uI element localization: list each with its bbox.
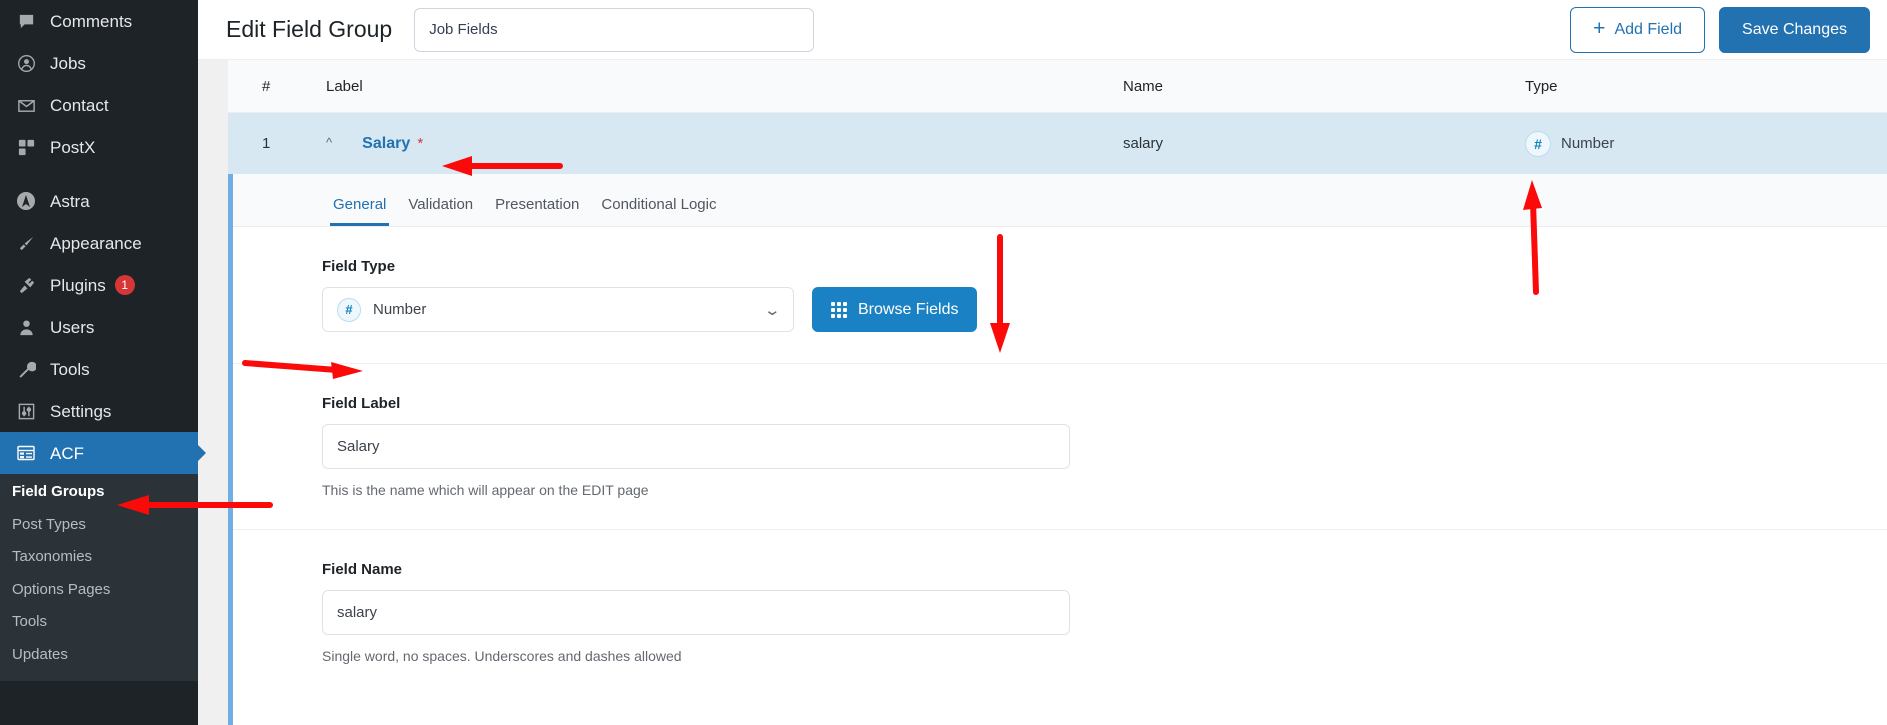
field-name-input[interactable] [322, 590, 1070, 635]
sidebar-item-label: PostX [50, 137, 96, 157]
hash-icon: # [1525, 130, 1551, 157]
sidebar-item-postx[interactable]: PostX [0, 126, 198, 168]
mail-icon [12, 96, 40, 115]
column-header-type: Type [1525, 77, 1558, 95]
save-changes-label: Save Changes [1742, 20, 1847, 38]
field-name-helper: Single word, no spaces. Underscores and … [322, 648, 682, 664]
postx-icon [12, 138, 40, 157]
field-settings-panel: General Validation Presentation Conditio… [228, 174, 1887, 725]
field-label-label: Field Label [322, 395, 401, 412]
required-marker: * [417, 134, 424, 152]
browse-fields-button[interactable]: Browse Fields [812, 287, 978, 332]
sidebar-item-label: Comments [50, 11, 133, 31]
sidebar-item-astra[interactable]: Astra [0, 180, 198, 222]
sidebar-item-tools[interactable]: Tools [0, 348, 198, 390]
field-settings-tabs: General Validation Presentation Conditio… [233, 174, 1887, 227]
chevron-up-icon[interactable]: ^ [326, 135, 348, 150]
field-type-row: # Number ⌄ Browse Fields [322, 287, 1887, 332]
sidebar-item-users[interactable]: Users [0, 306, 198, 348]
astra-icon [12, 191, 40, 211]
sliders-icon [12, 402, 40, 421]
sidebar-item-label: Contact [50, 95, 109, 115]
field-label-section: Field Label This is the name which will … [233, 364, 1887, 530]
wrench-icon [12, 360, 40, 379]
sidebar-subitem-updates[interactable]: Updates [0, 639, 198, 672]
sidebar-item-acf[interactable]: ACF [0, 432, 206, 474]
field-name-section: Field Name Single word, no spaces. Under… [233, 530, 1887, 695]
sidebar-item-comments[interactable]: Comments [0, 0, 198, 42]
sidebar-item-plugins[interactable]: Plugins 1 [0, 264, 198, 306]
row-type-cell: # Number [1525, 130, 1887, 157]
sidebar-item-label: Jobs [50, 53, 86, 73]
sidebar-item-contact[interactable]: Contact [0, 84, 198, 126]
column-header-number: # [262, 77, 271, 95]
sidebar-item-label: ACF [50, 443, 84, 463]
wp-admin-sidebar: Comments Jobs Contact PostX Astra Appear… [0, 0, 206, 725]
edit-field-group-header: Edit Field Group + Add Field Save Change… [198, 0, 1887, 60]
sidebar-item-settings[interactable]: Settings [0, 390, 198, 432]
fields-area: # Label Name Type 1 ^ Salary * salary # … [198, 60, 1887, 725]
fields-table-header: # Label Name Type [228, 60, 1887, 113]
sidebar-subitem-taxonomies[interactable]: Taxonomies [0, 541, 198, 574]
field-name-label: Field Name [322, 561, 403, 578]
sidebar-subitem-tools[interactable]: Tools [0, 606, 198, 639]
sidebar-item-label: Users [50, 317, 95, 337]
user-icon [12, 318, 40, 337]
column-header-label: Label [326, 77, 363, 95]
sidebar-subitem-options-pages[interactable]: Options Pages [0, 574, 198, 607]
hash-icon: # [337, 297, 361, 322]
row-type-label: Number [1561, 135, 1615, 152]
grid-icon [831, 301, 847, 318]
paintbrush-icon [12, 234, 40, 253]
sidebar-item-label: Settings [50, 401, 112, 421]
browse-fields-label: Browse Fields [858, 300, 959, 318]
acf-icon [12, 443, 40, 463]
jobs-icon [12, 54, 40, 73]
sidebar-item-label: Tools [50, 359, 90, 379]
field-label-helper: This is the name which will appear on th… [322, 482, 649, 498]
plus-icon: + [1593, 17, 1606, 40]
sidebar-item-label: Plugins [50, 275, 106, 295]
main-content: Edit Field Group + Add Field Save Change… [198, 0, 1887, 725]
field-type-section: Field Type # Number ⌄ Browse Fields [233, 227, 1887, 364]
row-label-cell: ^ Salary * [316, 135, 1123, 153]
sidebar-item-appearance[interactable]: Appearance [0, 222, 198, 264]
field-type-label: Field Type [322, 258, 396, 275]
row-name: salary [1123, 135, 1164, 152]
status-badge: # Number [1525, 130, 1615, 157]
tab-validation[interactable]: Validation [397, 196, 484, 226]
field-type-select[interactable]: # Number ⌄ [322, 287, 794, 332]
tab-general[interactable]: General [322, 196, 397, 226]
sidebar-subitem-field-groups[interactable]: Field Groups [0, 476, 198, 509]
sidebar-item-label: Appearance [50, 233, 142, 253]
column-header-name: Name [1123, 77, 1164, 95]
sidebar-subitem-post-types[interactable]: Post Types [0, 509, 198, 542]
row-label-link[interactable]: Salary [362, 135, 410, 152]
field-type-value: Number [373, 301, 427, 318]
table-row[interactable]: 1 ^ Salary * salary # Number [228, 113, 1887, 174]
sidebar-item-label: Astra [50, 191, 90, 211]
chevron-down-icon[interactable]: ⌄ [764, 301, 782, 319]
add-field-label: Add Field [1614, 20, 1683, 38]
save-changes-button[interactable]: Save Changes [1719, 6, 1870, 53]
page-title: Edit Field Group [226, 16, 393, 42]
tab-conditional-logic[interactable]: Conditional Logic [590, 196, 727, 226]
plugins-update-badge: 1 [114, 275, 135, 295]
fields-table: # Label Name Type 1 ^ Salary * salary # … [228, 60, 1887, 725]
tab-presentation[interactable]: Presentation [484, 196, 590, 226]
acf-submenu: Field Groups Post Types Taxonomies Optio… [0, 474, 198, 681]
add-field-button[interactable]: + Add Field [1570, 6, 1706, 53]
field-group-title-input[interactable] [414, 7, 815, 52]
comment-icon [12, 12, 40, 31]
sidebar-item-jobs[interactable]: Jobs [0, 42, 198, 84]
acf-edit-field-group-screen: Comments Jobs Contact PostX Astra Appear… [0, 0, 1887, 725]
row-number: 1 [262, 135, 271, 152]
field-label-input[interactable] [322, 424, 1070, 469]
plug-icon [12, 276, 40, 295]
